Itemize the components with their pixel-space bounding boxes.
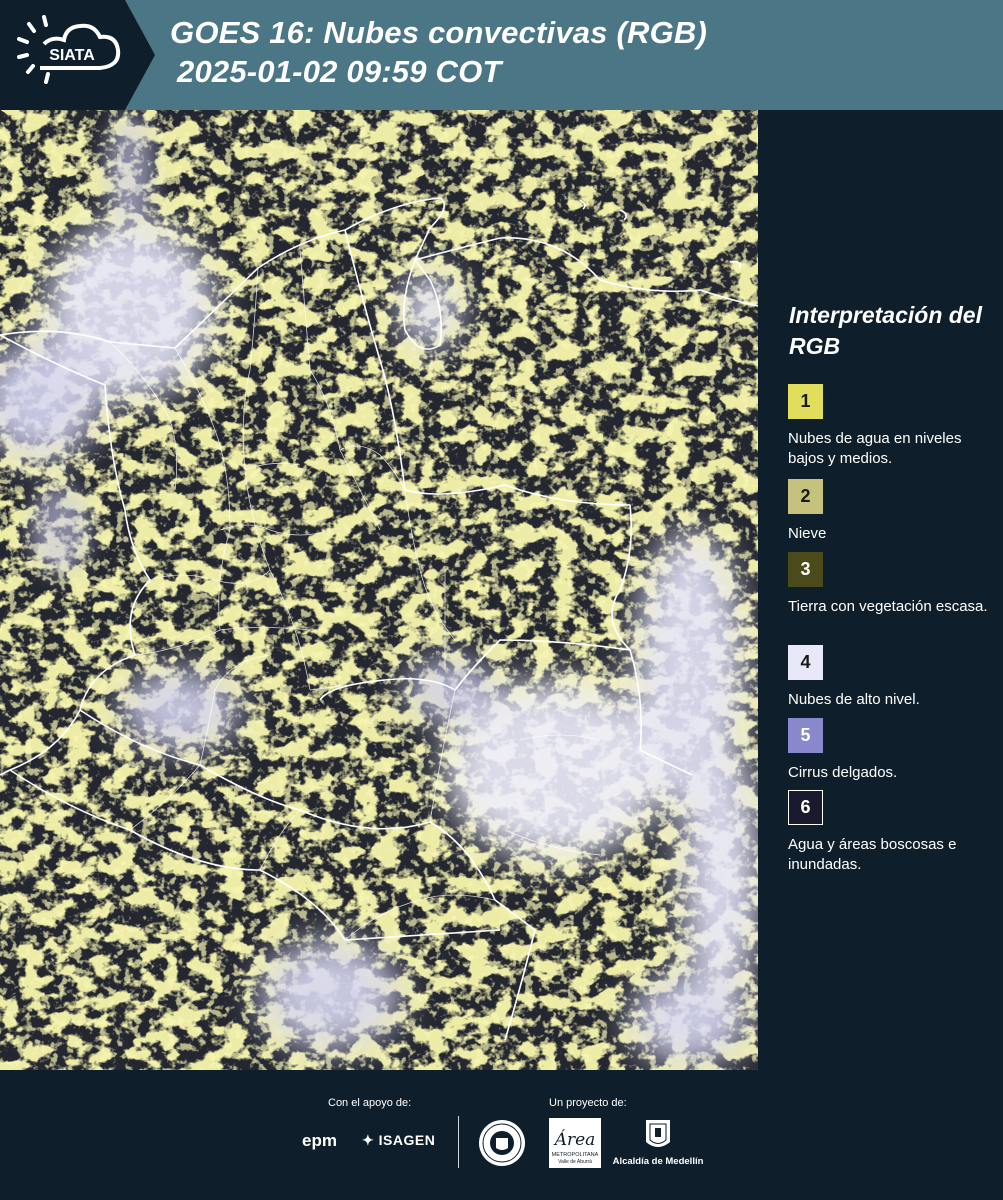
legend-label: Tierra con vegetación escasa. bbox=[788, 598, 988, 615]
header: SIATA GOES 16: Nubes convectivas (RGB) 2… bbox=[0, 0, 1003, 110]
legend-item-5: 5 Cirrus delgados. bbox=[788, 718, 998, 783]
legend-swatch-3: 3 bbox=[788, 552, 823, 587]
legend-label: Cirrus delgados. bbox=[788, 764, 898, 781]
area-logo-sub1: METROPOLITANA bbox=[552, 1152, 599, 1158]
page-timestamp: 2025-01-02 09:59 COT bbox=[177, 54, 502, 89]
epm-logo-text: epm bbox=[302, 1131, 337, 1150]
legend-swatch-5: 5 bbox=[788, 718, 823, 753]
area-logo-sub2: Valle de Aburrá bbox=[558, 1159, 592, 1165]
legend-number: 4 bbox=[800, 652, 811, 672]
legend-swatch-2: 2 bbox=[788, 479, 823, 514]
project-caption: Un proyecto de: bbox=[549, 1097, 627, 1109]
legend-title: Interpretación del RGB bbox=[789, 302, 982, 359]
legend-number: 2 bbox=[800, 486, 811, 506]
legend-label: Nieve bbox=[788, 525, 827, 542]
isagen-star-icon: ✦ bbox=[362, 1132, 375, 1148]
legend-number: 1 bbox=[800, 391, 811, 411]
legend-item-4: 4 Nubes de alto nivel. bbox=[788, 645, 998, 710]
legend-label: Nubes de agua en niveles bajos y medios. bbox=[788, 430, 962, 467]
legend-number: 6 bbox=[800, 797, 811, 817]
siata-logo[interactable]: SIATA bbox=[0, 0, 155, 110]
isagen-logo-text: ISAGEN bbox=[378, 1132, 436, 1148]
legend-number: 5 bbox=[800, 725, 811, 745]
support-caption: Con el apoyo de: bbox=[328, 1097, 412, 1109]
alcaldia-shield-icon bbox=[646, 1120, 670, 1147]
footer: Con el apoyo de: Un proyecto de: epm ✦ I… bbox=[0, 1070, 1003, 1200]
siata-logo-text: SIATA bbox=[49, 47, 95, 64]
legend-item-1: 1 Nubes de agua en niveles bajos y medio… bbox=[788, 384, 998, 469]
legend-swatch-6: 6 bbox=[788, 790, 823, 825]
legend-item-6: 6 Agua y áreas boscosas e inundadas. bbox=[788, 790, 998, 875]
legend-label: Agua y áreas boscosas e inundadas. bbox=[788, 836, 957, 873]
footer-divider bbox=[458, 1116, 459, 1168]
legend-panel: Interpretación del RGB 1 Nubes de agua e… bbox=[758, 110, 1003, 1070]
isagen-logo[interactable]: ✦ ISAGEN bbox=[362, 1132, 435, 1149]
legend-label: Nubes de alto nivel. bbox=[788, 691, 920, 708]
page-title: GOES 16: Nubes convectivas (RGB) bbox=[170, 15, 708, 50]
area-logo-word: Área bbox=[553, 1129, 596, 1150]
medellin-seal-icon[interactable] bbox=[477, 1118, 527, 1173]
epm-logo[interactable]: epm bbox=[302, 1131, 337, 1151]
legend-swatch-1: 1 bbox=[788, 384, 823, 419]
alcaldia-name: Alcaldía de Medellín bbox=[612, 1156, 704, 1167]
legend-swatch-4: 4 bbox=[788, 645, 823, 680]
legend-number: 3 bbox=[800, 559, 811, 579]
satellite-rgb-image bbox=[0, 110, 758, 1070]
legend-item-2: 2 Nieve bbox=[788, 479, 998, 544]
legend-item-3: 3 Tierra con vegetación escasa. bbox=[788, 552, 998, 617]
